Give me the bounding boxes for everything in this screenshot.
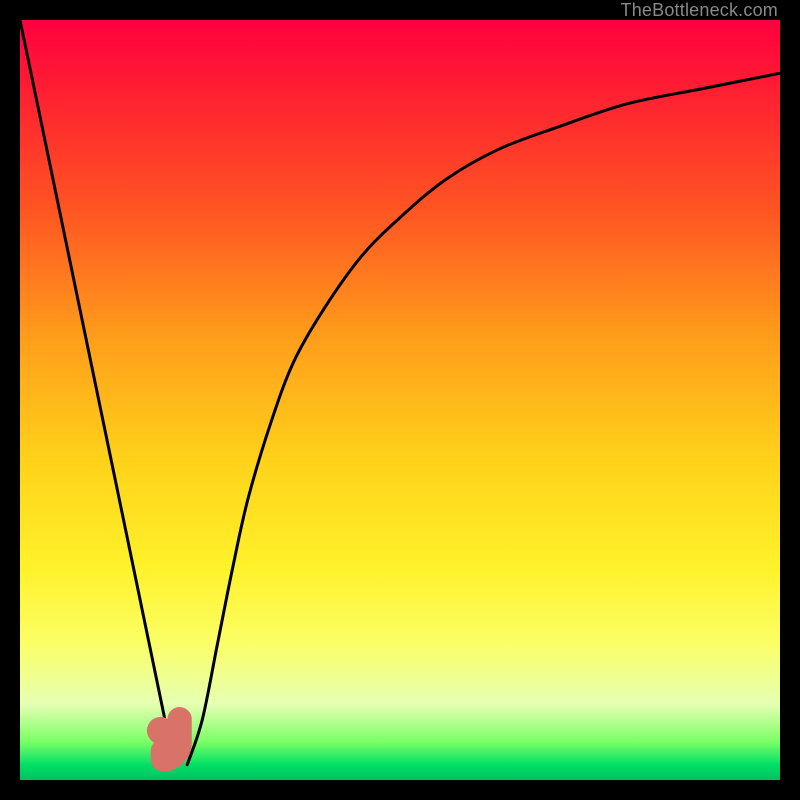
- marker-group: [147, 717, 180, 759]
- chart-frame: TheBottleneck.com: [0, 0, 800, 800]
- chart-plot-area: [20, 20, 780, 780]
- chart-svg: [20, 20, 780, 780]
- left-branch-line: [20, 20, 174, 765]
- curve-group: [20, 20, 780, 765]
- watermark-text: TheBottleneck.com: [621, 0, 778, 21]
- right-branch-curve: [187, 73, 780, 765]
